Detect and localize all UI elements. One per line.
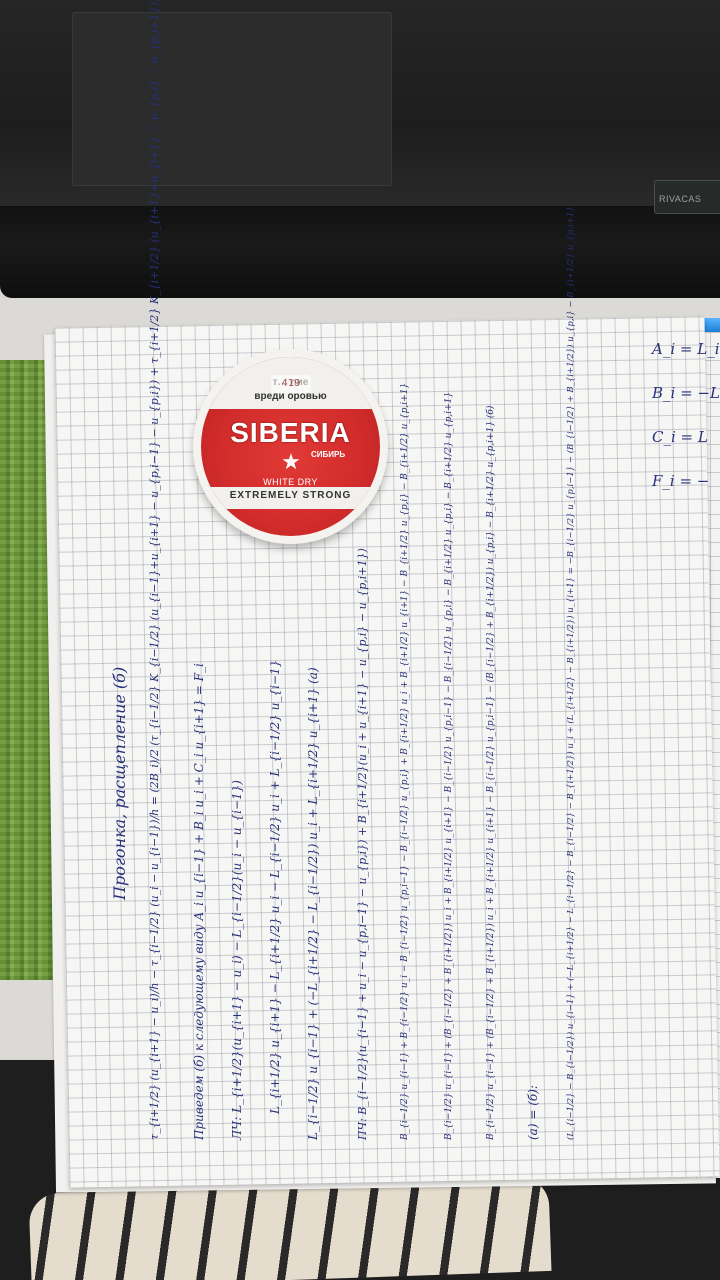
strength-label: EXTREMELY STRONG [229, 490, 352, 501]
note-line: ЛЧ: L_{i+1/2}(u_{i+1} − u_i) − L_{i−1/2}… [230, 780, 244, 1140]
side-note-line: C_i = L [652, 428, 708, 446]
note-line: Приведем (б) к следующему виду A_i u_{i−… [192, 663, 206, 1140]
side-note-line: B_i = −L [652, 384, 720, 402]
note-line: B_{i−1/2} u_{i−1} + B_{i−1/2} u_i − B_{i… [400, 382, 410, 1140]
snus-can: т… лие вреди оровью 419 SIBERIA СИБИРЬ ★… [193, 349, 388, 544]
variant-label: WHITE DRY [263, 477, 318, 487]
note-line: (a) = (б): [526, 1085, 540, 1140]
note-line: (L_{i−1/2} − B_{i−1/2}) u_{i−1} + (−L_{i… [566, 206, 576, 1140]
photo-scene: RIVACAS A_i = L_i B_i = −L C_i = L F_i =… [0, 0, 720, 1280]
laptop-brand-text: RIVACAS [659, 194, 702, 204]
laptop-brand-badge: RIVACAS [654, 180, 720, 214]
laptop [0, 0, 720, 210]
laptop-hinge [0, 206, 720, 298]
note-line: B_{i−1/2} u_{i−1} + (B_{i−1/2} + B_{i+1/… [444, 391, 454, 1140]
brand-logo-cyrillic: СИБИРЬ [311, 450, 346, 459]
note-line: B_{i−1/2} u_{i−1} + (B_{i−1/2} + B_{i+1/… [486, 405, 496, 1140]
side-note-line: A_i = L_i [652, 340, 720, 358]
laptop-trackpad [72, 12, 392, 186]
side-notes: A_i = L_i B_i = −L C_i = L F_i = − [652, 340, 720, 516]
side-note-line: F_i = − [652, 472, 710, 490]
snus-can-lid: т… лие вреди оровью 419 SIBERIA СИБИРЬ ★… [201, 357, 380, 536]
note-line: L_{i+1/2} u_{i+1} − L_{i+1/2} u_i − L_{i… [268, 659, 282, 1114]
note-line: τ_{i+1/2} (u_{i+1} − u_i)/h − τ_{i−1/2} … [148, 0, 161, 1140]
star-icon: ★ [281, 450, 301, 475]
brand-logo: SIBERIA [230, 417, 351, 448]
note-line: ПЧ: B_{i−1/2}(u_{i−1} + u_i − u_{p,i−1} … [356, 548, 369, 1140]
note-line: L_{i−1/2} u_{i−1} + (−L_{i+1/2} − L_{i−1… [306, 667, 320, 1140]
price-sticker: 419 [271, 375, 311, 393]
notes-title: Прогонка, расщепление (б) [110, 666, 129, 900]
